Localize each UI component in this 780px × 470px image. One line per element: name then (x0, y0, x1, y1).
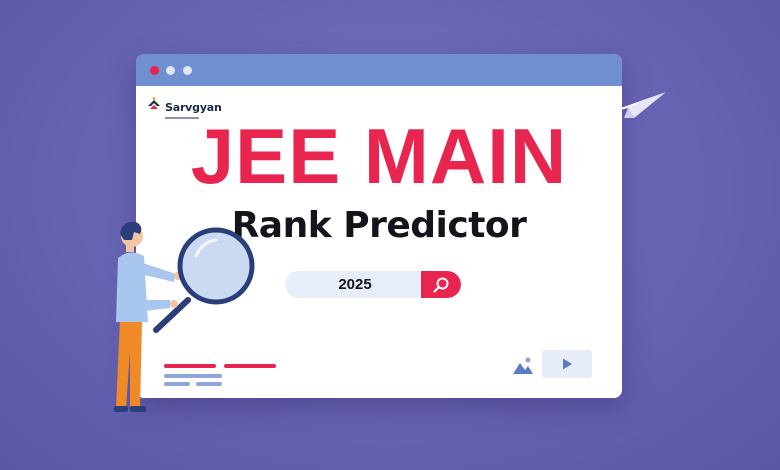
maximize-dot[interactable] (183, 66, 192, 75)
search-input[interactable]: 2025 (285, 271, 425, 298)
page-title: JEE MAIN (190, 112, 568, 200)
video-placeholder[interactable] (542, 350, 592, 378)
paper-plane-icon (604, 92, 666, 118)
window-titlebar (136, 54, 622, 86)
search-button[interactable] (421, 271, 461, 298)
minimize-dot[interactable] (166, 66, 175, 75)
person-with-magnifier-illustration (114, 221, 255, 412)
play-icon (563, 358, 572, 370)
close-dot[interactable] (150, 66, 159, 75)
year-search-bar[interactable]: 2025 (285, 271, 461, 298)
image-icon (513, 357, 533, 374)
search-icon (433, 277, 449, 293)
sarvgyan-logo-icon (148, 97, 160, 109)
